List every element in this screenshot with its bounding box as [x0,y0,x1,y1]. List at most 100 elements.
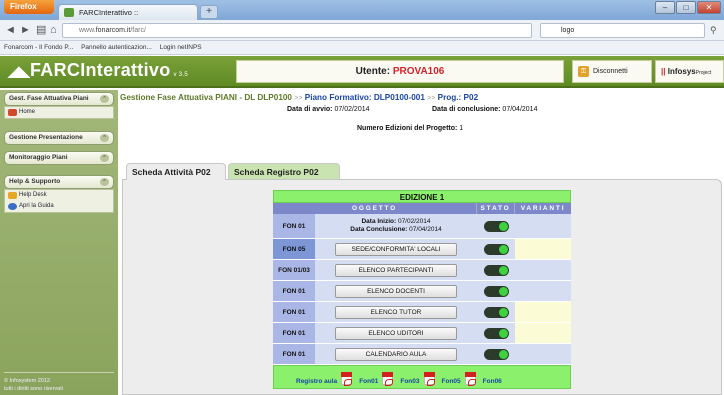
url-bar[interactable]: www.fonarcom.it/farc/ [62,23,532,38]
logo-icon: ◢◣ [8,63,31,79]
tab-scheda-registro[interactable]: Scheda Registro P02 [228,163,340,180]
pdf-link-fon05[interactable]: Fon05 [442,372,479,386]
pdf-link-registro[interactable]: Registro aula [296,372,355,386]
breadcrumb-prog[interactable]: Prog.: P02 [438,93,479,102]
row-dates: Data Inizio: 07/02/2014 Data Conclusione… [315,214,477,238]
firefox-menu-button[interactable]: Firefox [4,0,54,14]
bookmarks-bar: Fonarcom - Il Fondo P... Pannello autent… [0,41,724,55]
back-icon[interactable]: ◄ [5,23,16,37]
row-status [477,260,515,280]
status-toggle-icon[interactable] [483,264,509,276]
edition-title: EDIZIONE 1 [273,190,571,203]
row-code: FON 01 [273,281,315,301]
bookmark-inps[interactable]: Login netINPS [160,44,202,51]
status-toggle-icon[interactable] [483,220,509,232]
app-version: v 3.5 [173,72,189,78]
row-status [477,214,515,238]
collapse-icon[interactable]: ⌃ [100,154,109,162]
row-varianti [515,214,571,238]
row-varianti [515,344,571,364]
row-code: FON 01 [273,344,315,364]
collapse-icon[interactable]: ⌃ [100,178,109,186]
sidebar-item-guida[interactable]: Apri la Guida [5,201,113,212]
app-logo[interactable]: ◢◣FARCInterattivo v 3.5 [8,60,188,81]
app-header: ◢◣FARCInterattivo v 3.5 Utente: PROVA106 … [0,56,724,88]
user-label: Utente: [355,66,391,77]
logo-text: FARCInterattivo [30,60,171,80]
close-window-button[interactable]: ✕ [697,1,721,14]
sidebar-item-label: Apri la Guida [19,203,54,209]
tab-title: FARCInterattivo :: [79,8,139,17]
browser-tab[interactable]: FARCInterattivo :: [58,4,198,20]
breadcrumb-piano[interactable]: Piano Formativo: DLP0100-001 [305,93,425,102]
row-status [477,302,515,322]
sidebar-item-home[interactable]: Home [5,107,113,118]
row-object-button[interactable]: ELENCO PARTECIPANTI [335,263,457,277]
brand-bar-icon: || [661,67,666,76]
row-varianti [515,260,571,280]
sidebar-panel: Help Desk Apri la Guida [4,189,114,213]
rights-text: tutti i diritti sono riservati [4,386,63,392]
breadcrumb: Gestione Fase Attuativa PIANI - DL DLP01… [120,93,478,102]
breadcrumb-separator: >> [294,95,303,102]
start-date: Data di avvio: 07/02/2014 [287,106,370,113]
status-toggle-icon[interactable] [483,306,509,318]
row-object-button[interactable]: ELENCO DOCENTI [335,284,457,298]
bookmark-fonarcom[interactable]: Fonarcom - Il Fondo P... [4,44,73,51]
new-tab-button[interactable]: + [200,5,218,19]
sidebar-section-help[interactable]: Help & Supporto ⌃ [4,175,114,189]
breadcrumb-separator: >> [427,95,436,102]
table-row: FON 01 ELENCO DOCENTI [273,281,571,302]
collapse-icon[interactable]: ⌃ [100,134,109,142]
row-object-button[interactable]: ELENCO TUTOR [335,305,457,319]
end-date: Data di conclusione: 07/04/2014 [432,106,538,113]
status-toggle-icon[interactable] [483,285,509,297]
helpdesk-icon [8,192,17,199]
main-content: Gestione Fase Attuativa PIANI - DL DLP01… [118,90,724,395]
maximize-button[interactable]: □ [676,1,696,14]
brand-name: Infosys [667,67,696,76]
row-object-button[interactable]: CALENDARIO AULA [335,347,457,361]
breadcrumb-root[interactable]: Gestione Fase Attuativa PIANI - DL DLP01… [120,93,292,102]
bookmark-pannello[interactable]: Pannello autenticazion... [81,44,152,51]
row-object: ELENCO UDITORI [315,323,477,343]
row-object-button[interactable]: SEDE/CONFORMITA' LOCALI [335,242,457,256]
status-toggle-icon[interactable] [483,243,509,255]
row-object-button[interactable]: ELENCO UDITORI [335,326,457,340]
row-status [477,239,515,259]
sidebar-item-label: Help Desk [19,192,47,198]
tab-scheda-attivita[interactable]: Scheda Attività P02 [126,163,226,180]
url-path: /farc/ [130,27,146,34]
pdf-link-fon03[interactable]: Fon03 [400,372,437,386]
sidebar-section-title: Gestione Presentazione [9,134,83,141]
brand-small: Project [695,70,712,76]
collapse-icon[interactable]: ⌃ [100,95,109,103]
grid-column-headers: OGGETTO STATO VARIANTI [273,203,571,214]
project-info: Data di avvio: 07/02/2014 Data di conclu… [262,104,587,151]
sidebar-section-monitoraggio[interactable]: Monitoraggio Piani ⌃ [4,151,114,165]
minimize-button[interactable]: – [655,1,675,14]
search-icon[interactable]: ⚲ [710,23,717,37]
editions-count: Numero Edizioni del Progetto: 1 [357,125,464,132]
sidebar-item-label: Home [19,109,36,115]
user-name: PROVA106 [392,66,445,77]
col-stato: STATO [477,203,515,214]
row-code: FON 05 [273,239,315,259]
status-toggle-icon[interactable] [483,327,509,339]
site-favicon-icon [64,8,74,17]
sidebar-section-title: Monitoraggio Piani [9,154,68,161]
sidebar-item-helpdesk[interactable]: Help Desk [5,190,113,201]
search-input[interactable]: logo [540,23,705,38]
pdf-link-fon06[interactable]: Fon06 [483,378,502,385]
forward-icon[interactable]: ► [20,23,31,37]
row-object: ELENCO TUTOR [315,302,477,322]
logout-button[interactable]: ⚿ Disconnetti [572,60,652,83]
sidebar-section-gest-fase[interactable]: Gest. Fase Attuativa Piani ⌃ [4,92,114,106]
pdf-link-fon01[interactable]: Fon01 [359,372,396,386]
print-icon[interactable]: ▤ [36,23,46,37]
sidebar-section-presentazione[interactable]: Gestione Presentazione ⌃ [4,131,114,145]
row-varianti [515,323,571,343]
row-code: FON 01 [273,323,315,343]
home-icon[interactable]: ⌂ [50,23,57,37]
status-toggle-icon[interactable] [483,348,509,360]
